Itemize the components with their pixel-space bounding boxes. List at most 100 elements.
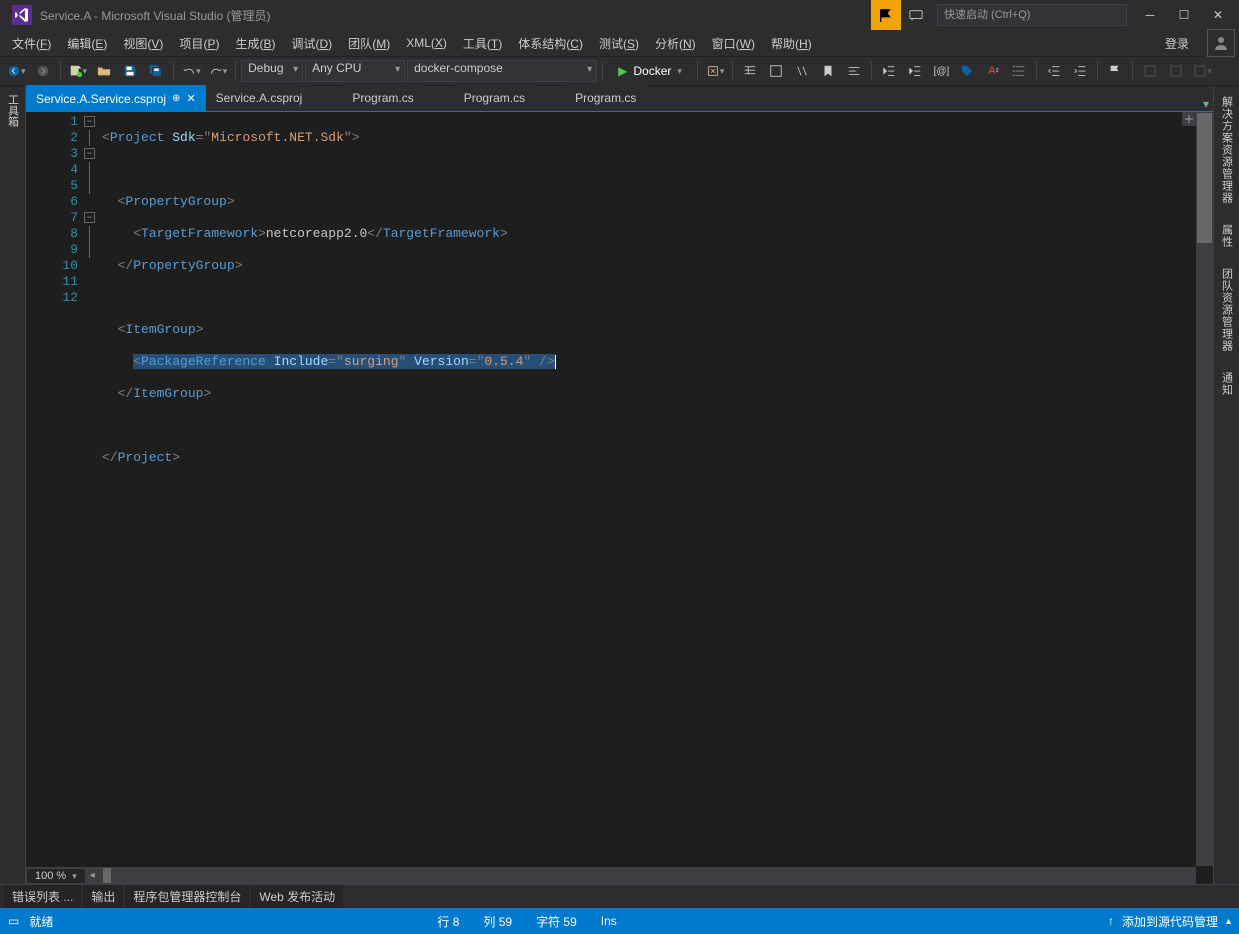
tab-close-icon[interactable]: ✕	[186, 92, 195, 105]
minimize-button[interactable]: ─	[1133, 0, 1167, 30]
menu-analyze[interactable]: 分析(N)	[647, 32, 704, 55]
menu-file[interactable]: 文件(F)	[4, 32, 59, 55]
document-tabs: Service.A.Service.csproj ⊕ ✕ Service.A.c…	[26, 86, 1213, 112]
doc-tab[interactable]: Program.cs	[565, 85, 646, 111]
fold-toggle-icon[interactable]: −	[84, 116, 95, 127]
login-button[interactable]: 登录	[1155, 32, 1199, 55]
scrollbar-thumb[interactable]	[1197, 113, 1212, 243]
menu-xml[interactable]: XML(X)	[398, 33, 455, 53]
fold-gutter: − − −	[84, 112, 98, 884]
code-editor[interactable]: 123456789101112 − − − <Project Sdk="Micr…	[26, 112, 1213, 884]
config-select[interactable]: Debug	[241, 60, 303, 82]
right-side-panel: 解决方案资源管理器 属性 团队资源管理器 通知	[1213, 86, 1239, 884]
nav-back-icon[interactable]: ▾	[4, 59, 29, 83]
left-side-panel: 工具箱	[0, 86, 26, 884]
menu-build[interactable]: 生成(B)	[227, 32, 283, 55]
title-bar: Service.A - Microsoft Visual Studio (管理员…	[0, 0, 1239, 30]
doc-tab[interactable]: Service.A.csproj	[206, 85, 313, 111]
collapse-icon[interactable]	[1138, 59, 1162, 83]
format-icon[interactable]	[842, 59, 866, 83]
flag-icon[interactable]	[1103, 59, 1127, 83]
notifications-flag-icon[interactable]	[871, 0, 901, 30]
expand-icon[interactable]	[1164, 59, 1188, 83]
save-icon[interactable]	[118, 59, 142, 83]
scroll-left-icon[interactable]: ◂	[90, 870, 95, 881]
menu-view[interactable]: 视图(V)	[115, 32, 171, 55]
solution-explorer-tab[interactable]: 解决方案资源管理器	[1217, 90, 1237, 210]
status-char: 字符 59	[536, 913, 577, 930]
close-button[interactable]: ✕	[1201, 0, 1235, 30]
start-debug-button[interactable]: ▶Docker▾	[608, 59, 692, 83]
properties-tab[interactable]: 属性	[1217, 218, 1237, 254]
more-icon[interactable]: ▾	[1190, 59, 1215, 83]
increase-indent-icon[interactable]	[903, 59, 927, 83]
doc-tab[interactable]: Program.cs	[342, 85, 423, 111]
team-explorer-tab[interactable]: 团队资源管理器	[1217, 262, 1237, 358]
nav-forward-icon[interactable]	[31, 59, 55, 83]
error-list-tab[interactable]: 错误列表 ...	[4, 885, 81, 908]
sync-icon[interactable]: ▾	[703, 59, 728, 83]
feedback-icon[interactable]	[901, 0, 931, 30]
list-icon[interactable]	[1007, 59, 1031, 83]
menu-window[interactable]: 窗口(W)	[704, 32, 763, 55]
undo-icon[interactable]: ▾	[179, 59, 204, 83]
toolbox-tab[interactable]: 工具箱	[3, 90, 23, 131]
uncomment-icon[interactable]	[790, 59, 814, 83]
main-toolbar: ▾ ▾ ▾ ▾ Debug Any CPU docker-compose ▶Do…	[0, 56, 1239, 86]
menu-arch[interactable]: 体系结构(C)	[510, 32, 591, 55]
menu-team[interactable]: 团队(M)	[340, 32, 398, 55]
code-content[interactable]: <Project Sdk="Microsoft.NET.Sdk"> <Prope…	[98, 112, 1213, 884]
menu-test[interactable]: 测试(S)	[591, 32, 647, 55]
scrollbar-thumb[interactable]	[103, 868, 111, 883]
split-grip-icon[interactable]	[1182, 112, 1196, 126]
notifications-tab[interactable]: 通知	[1217, 366, 1237, 402]
quick-launch-input[interactable]: 快速启动 (Ctrl+Q)	[937, 4, 1127, 26]
status-scm[interactable]: 添加到源代码管理	[1122, 913, 1218, 930]
publish-up-icon[interactable]: ↑	[1108, 914, 1114, 928]
startup-project-select[interactable]: docker-compose	[407, 60, 597, 82]
comment-icon[interactable]	[764, 59, 788, 83]
output-tab[interactable]: 输出	[83, 885, 123, 908]
maximize-button[interactable]: ☐	[1167, 0, 1201, 30]
pin-icon[interactable]: ⊕	[172, 93, 180, 104]
doc-tab-label: Service.A.Service.csproj	[36, 92, 166, 106]
indent-icon[interactable]	[738, 59, 762, 83]
web-publish-tab[interactable]: Web 发布活动	[251, 885, 343, 908]
fold-toggle-icon[interactable]: −	[84, 148, 95, 159]
menu-project[interactable]: 项目(P)	[171, 32, 227, 55]
bookmark-icon[interactable]	[816, 59, 840, 83]
menu-help[interactable]: 帮助(H)	[763, 32, 820, 55]
menu-edit[interactable]: 编辑(E)	[59, 32, 115, 55]
menu-debug[interactable]: 调试(D)	[283, 32, 340, 55]
platform-select[interactable]: Any CPU	[305, 60, 405, 82]
bottom-panel-tabs: 错误列表 ... 输出 程序包管理器控制台 Web 发布活动	[0, 884, 1239, 908]
zoom-select[interactable]: 100 %	[26, 868, 86, 884]
fold-toggle-icon[interactable]: −	[84, 212, 95, 223]
window-title: Service.A - Microsoft Visual Studio (管理员…	[40, 7, 871, 24]
status-mode-icon: ▭	[8, 914, 19, 928]
outdent-icon[interactable]	[1042, 59, 1066, 83]
tabs-overflow-icon[interactable]: ▾	[1203, 97, 1209, 111]
open-icon[interactable]	[92, 59, 116, 83]
decrease-indent-icon[interactable]	[877, 59, 901, 83]
new-item-icon[interactable]: ▾	[66, 59, 91, 83]
doc-tab-active[interactable]: Service.A.Service.csproj ⊕ ✕	[26, 85, 206, 111]
status-col: 列 59	[483, 913, 512, 930]
status-ready: 就绪	[29, 913, 53, 930]
scm-chevron-icon[interactable]: ▴	[1226, 916, 1231, 927]
menu-bar: 文件(F) 编辑(E) 视图(V) 项目(P) 生成(B) 调试(D) 团队(M…	[0, 30, 1239, 56]
save-all-icon[interactable]	[144, 59, 168, 83]
indent2-icon[interactable]	[1068, 59, 1092, 83]
status-bar: ▭ 就绪 行 8 列 59 字符 59 Ins ↑ 添加到源代码管理 ▴	[0, 908, 1239, 934]
tag-icon[interactable]	[955, 59, 979, 83]
horizontal-scrollbar[interactable]: 100 % ◂	[26, 867, 1196, 884]
editor-area: Service.A.Service.csproj ⊕ ✕ Service.A.c…	[26, 86, 1213, 884]
doc-tab[interactable]: Program.cs	[454, 85, 535, 111]
user-avatar-icon[interactable]	[1207, 29, 1235, 57]
vertical-scrollbar[interactable]	[1196, 112, 1213, 866]
redo-icon[interactable]: ▾	[206, 59, 231, 83]
package-console-tab[interactable]: 程序包管理器控制台	[125, 885, 249, 908]
menu-tools[interactable]: 工具(T)	[455, 32, 510, 55]
wrap-icon[interactable]: [@]	[929, 59, 953, 83]
text-icon[interactable]: A²	[981, 59, 1005, 83]
